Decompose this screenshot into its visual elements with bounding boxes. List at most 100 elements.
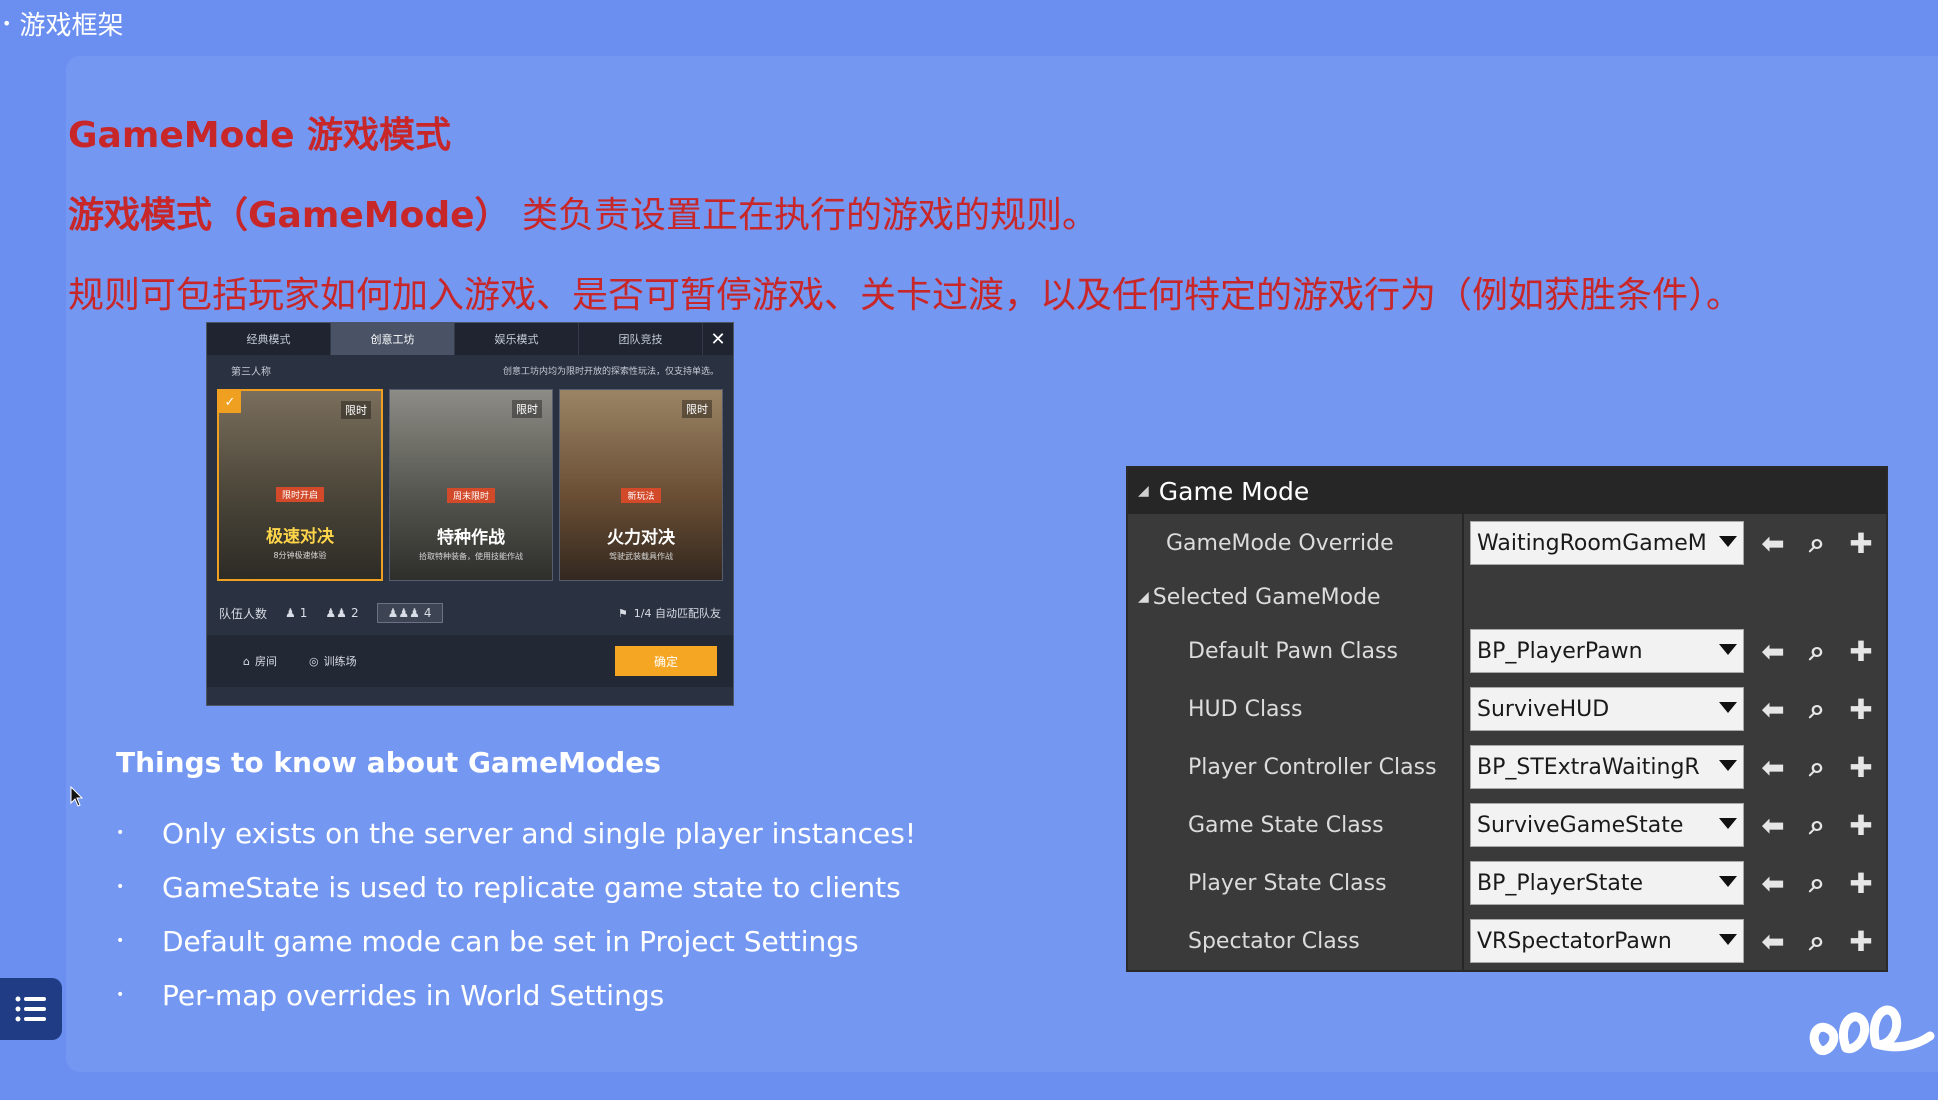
tab-arcade[interactable]: 娱乐模式 <box>455 323 579 355</box>
column-divider[interactable] <box>1462 912 1464 970</box>
collapse-triangle-icon[interactable]: ◢ <box>1138 589 1149 605</box>
plus-icon[interactable]: ✚ <box>1846 809 1876 842</box>
team-size-1-label: 1 <box>299 606 308 620</box>
training-button[interactable]: ◎ 训练场 <box>309 653 357 669</box>
search-icon[interactable]: ⌕ <box>1802 634 1832 667</box>
arrow-left-icon[interactable]: ⬅ <box>1758 925 1788 958</box>
arrow-left-icon[interactable]: ⬅ <box>1758 527 1788 560</box>
perspective-label[interactable]: 第三人称 <box>231 363 271 378</box>
outline-menu-button[interactable] <box>0 978 62 1040</box>
property-label: Player State Class <box>1188 870 1387 896</box>
property-label: Game State Class <box>1188 812 1384 838</box>
column-divider[interactable] <box>1462 854 1464 912</box>
search-icon[interactable]: ⌕ <box>1802 692 1832 725</box>
bullet-icon: • <box>116 825 125 841</box>
room-button[interactable]: ⌂ 房间 <box>243 653 277 669</box>
arrow-left-icon[interactable]: ⬅ <box>1758 751 1788 784</box>
plus-icon[interactable]: ✚ <box>1846 693 1876 726</box>
group-label-text: Selected GameMode <box>1152 584 1381 610</box>
check-icon: ✓ <box>219 391 241 413</box>
property-label: Default Pawn Class <box>1188 638 1398 664</box>
search-icon[interactable]: ⌕ <box>1802 750 1832 783</box>
arrow-left-icon[interactable]: ⬅ <box>1758 867 1788 900</box>
dropdown-arrow-icon <box>1719 876 1737 887</box>
column-divider[interactable] <box>1462 572 1464 622</box>
training-label: 训练场 <box>323 655 357 668</box>
column-divider[interactable] <box>1462 738 1464 796</box>
combo-value: SurviveHUD <box>1477 696 1610 722</box>
class-combo[interactable]: BP_PlayerState <box>1470 861 1744 905</box>
squad-icon: ♟♟♟ <box>387 606 420 620</box>
plus-icon[interactable]: ✚ <box>1846 867 1876 900</box>
mode-card-firepower[interactable]: 限时 新玩法 火力对决 驾驶武装载具作战 <box>559 389 723 581</box>
arrow-left-icon[interactable]: ⬅ <box>1758 809 1788 842</box>
list-item: • Default game mode can be set in Project… <box>116 914 916 968</box>
list-item-text: GameState is used to replicate game stat… <box>162 870 901 904</box>
plus-icon[interactable]: ✚ <box>1846 751 1876 784</box>
dropdown-arrow-icon <box>1719 760 1737 771</box>
game-mode-category-header[interactable]: ◢ Game Mode <box>1128 468 1886 514</box>
arrow-left-icon[interactable]: ⬅ <box>1758 693 1788 726</box>
search-icon[interactable]: ⌕ <box>1802 924 1832 957</box>
workshop-hint: 创意工坊内均为限时开放的探索性玩法，仅支持单选。 <box>502 366 719 377</box>
gamemode-override-row: GameMode Override WaitingRoomGameM ⬅ ⌕ ✚ <box>1128 514 1886 572</box>
plus-icon[interactable]: ✚ <box>1846 925 1876 958</box>
search-icon[interactable]: ⌕ <box>1802 866 1832 899</box>
selected-gamemode-label[interactable]: ◢ Selected GameMode <box>1128 585 1462 610</box>
column-divider[interactable] <box>1462 796 1464 854</box>
combo-value: BP_PlayerPawn <box>1477 638 1643 664</box>
mode-card-speed[interactable]: ✓ 限时 限时开启 极速对决 8分钟极速体验 <box>217 389 383 581</box>
things-title: Things to know about GameModes <box>116 746 661 779</box>
class-combo[interactable]: BP_PlayerPawn <box>1470 629 1744 673</box>
team-size-1[interactable]: ♟ 1 <box>285 606 307 620</box>
slide-paragraph-1: 游戏模式（GameMode） 类负责设置正在执行的游戏的规则。 <box>68 186 1098 238</box>
list-menu-icon <box>15 996 46 1022</box>
section-bullet: • <box>2 13 12 33</box>
property-value: WaitingRoomGameM ⬅ ⌕ ✚ <box>1462 521 1876 565</box>
auto-match-label: 1/4 自动匹配队友 <box>633 607 721 620</box>
things-list: • Only exists on the server and single pl… <box>116 806 916 1022</box>
auto-match-toggle[interactable]: ⚑ 1/4 自动匹配队友 <box>618 605 721 621</box>
mode-tabs: 经典模式 创意工坊 娱乐模式 团队竞技 ✕ <box>207 323 733 355</box>
property-row-hud: HUD Class SurviveHUD ⬅ ⌕ ✚ <box>1128 680 1886 738</box>
plus-icon[interactable]: ✚ <box>1846 635 1876 668</box>
class-combo[interactable]: BP_STExtraWaitingR <box>1470 745 1744 789</box>
close-icon[interactable]: ✕ <box>703 323 733 355</box>
search-icon[interactable]: ⌕ <box>1802 526 1832 559</box>
home-icon: ⌂ <box>243 654 250 668</box>
team-size-4[interactable]: ♟♟♟ 4 <box>376 603 443 623</box>
combo-value: BP_PlayerState <box>1477 870 1644 896</box>
people-icon: ♟♟ <box>325 606 347 620</box>
plus-icon[interactable]: ✚ <box>1846 527 1876 560</box>
paragraph-1-rest: 类负责设置正在执行的游戏的规则。 <box>510 195 1098 236</box>
tab-workshop[interactable]: 创意工坊 <box>331 323 455 355</box>
class-combo[interactable]: SurviveGameState <box>1470 803 1744 847</box>
dropdown-arrow-icon <box>1719 934 1737 945</box>
tab-team[interactable]: 团队竞技 <box>579 323 703 355</box>
class-combo[interactable]: VRSpectatorPawn <box>1470 919 1744 963</box>
game-mode-screenshot: 经典模式 创意工坊 娱乐模式 团队竞技 ✕ 第三人称 创意工坊内均为限时开放的探… <box>206 322 734 706</box>
column-divider[interactable] <box>1462 622 1464 680</box>
gamemode-override-label: GameMode Override <box>1166 530 1394 556</box>
arrow-left-icon[interactable]: ⬅ <box>1758 635 1788 668</box>
mode-card-special-ops[interactable]: 限时 周末限时 特种作战 拾取特种装备，使用技能作战 <box>389 389 553 581</box>
class-combo[interactable]: SurviveHUD <box>1470 687 1744 731</box>
confirm-button[interactable]: 确定 <box>615 646 717 676</box>
column-divider[interactable] <box>1462 680 1464 738</box>
search-icon[interactable]: ⌕ <box>1802 808 1832 841</box>
team-size-label: 队伍人数 <box>219 606 268 621</box>
category-title: Game Mode <box>1158 476 1310 506</box>
list-item: • Only exists on the server and single pl… <box>116 806 916 860</box>
section-title-text: 游戏框架 <box>19 10 124 41</box>
team-size-4-label: 4 <box>423 606 432 620</box>
card-name: 特种作战 <box>437 528 505 548</box>
property-label: Spectator Class <box>1188 928 1360 954</box>
team-size-2[interactable]: ♟♟ 2 <box>325 606 358 620</box>
column-divider[interactable] <box>1462 514 1464 572</box>
tab-classic[interactable]: 经典模式 <box>207 323 331 355</box>
collapse-triangle-icon[interactable]: ◢ <box>1138 483 1149 499</box>
person-icon: ♟ <box>285 606 296 620</box>
gamemode-override-combo[interactable]: WaitingRoomGameM <box>1470 521 1744 565</box>
bullet-icon: • <box>116 987 125 1003</box>
bullet-icon: • <box>116 933 125 949</box>
